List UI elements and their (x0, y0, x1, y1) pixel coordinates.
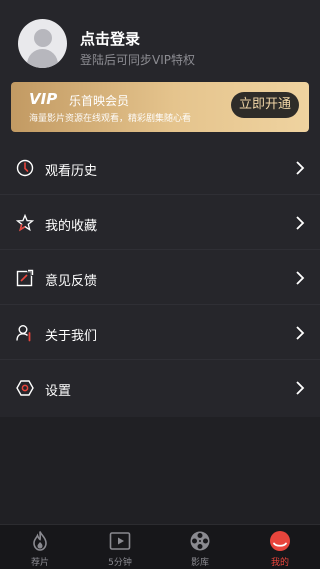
menu-item-label: 观看历史 (45, 164, 98, 179)
chevron-right-icon (296, 216, 305, 230)
video-icon (109, 532, 131, 550)
avatar-head (34, 29, 52, 47)
chevron-right-icon (296, 271, 305, 285)
star-icon (16, 214, 34, 232)
menu-item-label: 意见反馈 (45, 274, 98, 289)
login-subtitle: 登陆后可同步VIP特权 (80, 53, 195, 67)
open-vip-button[interactable]: 立即开通 (231, 92, 299, 118)
film-reel-icon (190, 531, 210, 551)
vip-name: 乐首映会员 (69, 94, 130, 108)
vip-logo: VIP (29, 90, 58, 108)
about-icon (16, 325, 31, 342)
settings-icon (16, 380, 34, 396)
tab-5min[interactable]: 5分钟 (80, 525, 160, 569)
tab-library[interactable]: 影库 (160, 525, 240, 569)
tab-label: 荐片 (30, 558, 49, 568)
tab-recommend[interactable]: 荐片 (0, 525, 80, 569)
tab-label: 我的 (270, 558, 289, 568)
bottom-tab-bar: 荐片 5分钟 影库 我的 (0, 524, 320, 569)
menu-item-label: 关于我们 (45, 329, 98, 344)
profile-header[interactable]: 点击登录 登陆后可同步VIP特权 (0, 0, 320, 80)
menu-item-favorites[interactable]: 我的收藏 (0, 195, 320, 250)
feedback-icon (16, 269, 34, 287)
menu-item-history[interactable]: 观看历史 (0, 140, 320, 195)
chevron-right-icon (296, 326, 305, 340)
history-icon (16, 159, 34, 177)
flame-icon (33, 531, 47, 551)
menu-item-settings[interactable]: 设置 (0, 360, 320, 415)
menu-item-label: 我的收藏 (45, 219, 98, 234)
login-title[interactable]: 点击登录 (80, 28, 140, 49)
tab-mine[interactable]: 我的 (240, 525, 320, 569)
avatar-icon[interactable] (18, 19, 67, 68)
profile-icon (270, 531, 290, 551)
settings-menu: 观看历史 我的收藏 意见反馈 关于我们 设置 (0, 140, 320, 415)
chevron-right-icon (296, 161, 305, 175)
menu-item-about[interactable]: 关于我们 (0, 305, 320, 360)
chevron-right-icon (296, 381, 305, 395)
vip-banner[interactable]: VIP 乐首映会员 海量影片资源在线观看，精彩剧集随心看 立即开通 (11, 82, 309, 132)
menu-item-feedback[interactable]: 意见反馈 (0, 250, 320, 305)
tab-label: 5分钟 (108, 558, 132, 568)
tab-label: 影库 (190, 558, 209, 568)
avatar-body (27, 49, 58, 68)
vip-description: 海量影片资源在线观看，精彩剧集随心看 (29, 114, 192, 124)
menu-item-label: 设置 (45, 384, 72, 399)
